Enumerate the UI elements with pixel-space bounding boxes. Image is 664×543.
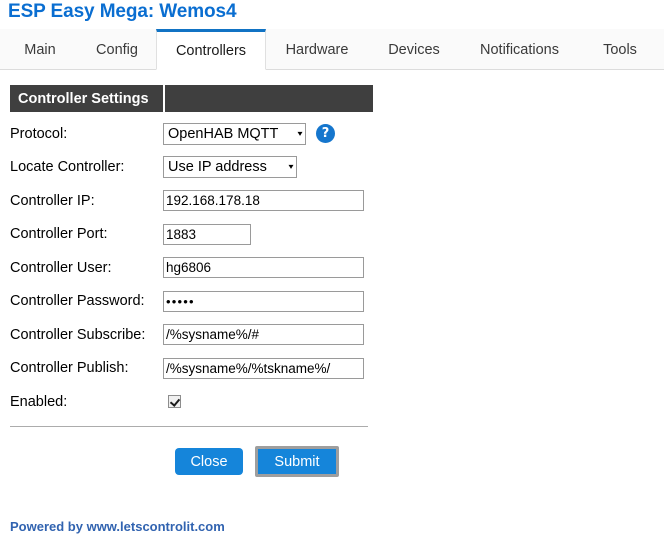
row-controller-publish: Controller Publish: /%sysname%/%tskname%… (10, 352, 430, 386)
submit-button[interactable]: Submit (255, 446, 339, 477)
label-controller-user: Controller User: (10, 259, 112, 276)
controller-publish-input[interactable]: /%sysname%/%tskname%/ (163, 357, 364, 379)
page-title: ESP Easy Mega: Wemos4 (8, 1, 237, 22)
enabled-checkbox[interactable] (168, 395, 181, 409)
row-enabled: Enabled: (10, 385, 430, 419)
tab-label: Tools (603, 41, 637, 58)
tab-bar: Main Config Controllers Hardware Devices… (0, 29, 664, 70)
tab-tools[interactable]: Tools (590, 29, 650, 70)
control-controller-publish: /%sysname%/%tskname%/ (163, 357, 364, 379)
tab-hardware[interactable]: Hardware (272, 29, 362, 70)
tab-main[interactable]: Main (10, 29, 70, 70)
row-controller-subscribe: Controller Subscribe: /%sysname%/# (10, 318, 430, 352)
control-controller-user: hg6806 (163, 257, 364, 279)
tab-label: Notifications (480, 41, 559, 58)
tab-controllers[interactable]: Controllers (156, 29, 266, 70)
label-protocol: Protocol: (10, 125, 68, 142)
control-enabled (163, 395, 181, 409)
control-controller-ip: 192.168.178.18 (163, 190, 364, 212)
settings-form: Protocol: OpenHAB MQTT ▾ ? Locate Contro… (10, 117, 430, 419)
section-header-bar: Controller Settings (10, 85, 373, 112)
section-header-filler (165, 85, 373, 112)
protocol-select-value: OpenHAB MQTT (168, 125, 279, 142)
locate-controller-select[interactable]: Use IP address ▾ (163, 156, 297, 179)
control-protocol: OpenHAB MQTT ▾ ? (163, 122, 335, 145)
label-controller-password: Controller Password: (10, 293, 145, 310)
controller-ip-input[interactable]: 192.168.178.18 (163, 190, 364, 212)
controller-password-input[interactable]: ••••• (163, 290, 364, 312)
label-locate-controller: Locate Controller: (10, 159, 125, 176)
chevron-down-icon: ▾ (288, 162, 294, 172)
row-controller-port: Controller Port: 1883 (10, 218, 430, 252)
controller-subscribe-input[interactable]: /%sysname%/# (163, 324, 364, 346)
row-controller-ip: Controller IP: 192.168.178.18 (10, 184, 430, 218)
row-controller-user: Controller User: hg6806 (10, 251, 430, 285)
controller-port-input[interactable]: 1883 (163, 223, 251, 245)
row-controller-password: Controller Password: ••••• (10, 285, 430, 319)
label-controller-subscribe: Controller Subscribe: (10, 326, 146, 343)
footer-credit: Powered by www.letscontrolit.com (10, 519, 225, 534)
row-protocol: Protocol: OpenHAB MQTT ▾ ? (10, 117, 430, 151)
tab-notifications[interactable]: Notifications (462, 29, 577, 70)
tab-label: Hardware (285, 41, 349, 58)
tab-label: Devices (388, 41, 440, 58)
control-locate-controller: Use IP address ▾ (163, 156, 297, 179)
control-controller-port: 1883 (163, 223, 251, 245)
tab-devices[interactable]: Devices (374, 29, 454, 70)
control-controller-password: ••••• (163, 290, 364, 312)
tab-label: Controllers (175, 42, 247, 59)
locate-controller-select-value: Use IP address (168, 159, 267, 176)
tab-label: Config (96, 41, 138, 58)
close-button[interactable]: Close (175, 448, 243, 475)
chevron-down-icon: ▾ (297, 128, 303, 138)
label-enabled: Enabled: (10, 393, 68, 410)
help-icon[interactable]: ? (316, 124, 335, 144)
tab-config[interactable]: Config (82, 29, 152, 70)
label-controller-publish: Controller Publish: (10, 360, 129, 377)
tab-label: Main (24, 41, 56, 58)
controller-user-input[interactable]: hg6806 (163, 257, 364, 279)
protocol-select[interactable]: OpenHAB MQTT ▾ (163, 122, 306, 145)
section-header-title: Controller Settings (10, 85, 163, 112)
control-controller-subscribe: /%sysname%/# (163, 324, 364, 346)
label-controller-ip: Controller IP: (10, 192, 95, 209)
form-divider (10, 426, 368, 427)
row-locate-controller: Locate Controller: Use IP address ▾ (10, 151, 430, 185)
label-controller-port: Controller Port: (10, 226, 108, 243)
